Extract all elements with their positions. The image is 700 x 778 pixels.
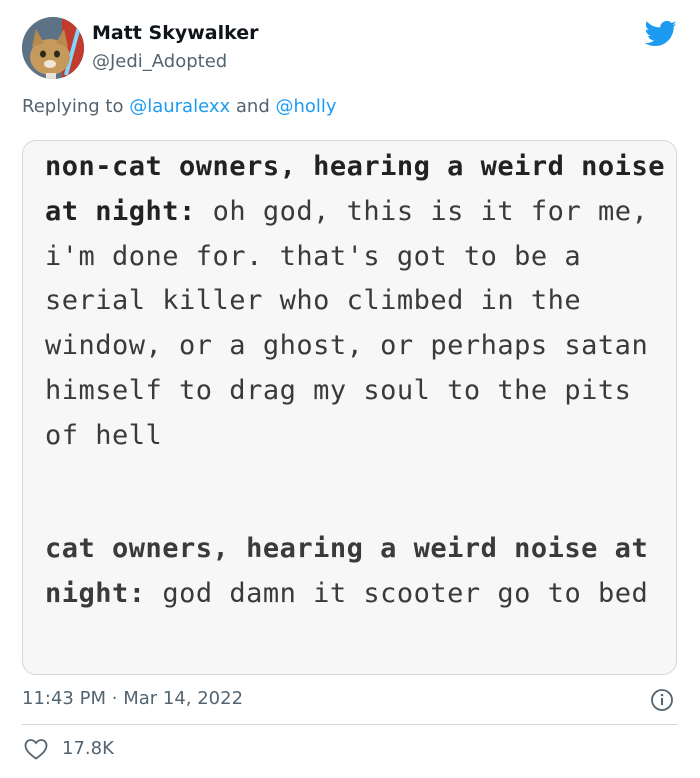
mention-link[interactable]: @lauralexx xyxy=(129,96,230,117)
display-name[interactable]: Matt Skywalker xyxy=(92,22,258,44)
info-icon[interactable] xyxy=(650,688,674,712)
image-text: oh god, this is it for me, i'm done for.… xyxy=(45,195,649,451)
post-date: Mar 14, 2022 xyxy=(123,688,244,709)
cat-avatar-icon xyxy=(22,17,84,79)
heart-icon[interactable] xyxy=(24,738,48,760)
timestamp[interactable]: 11:43 PM · Mar 14, 2022 xyxy=(22,688,243,709)
reply-joiner: and xyxy=(235,96,270,117)
image-paragraph-1: non-cat owners, hearing a weird noise at… xyxy=(45,145,665,459)
post-time: 11:43 PM xyxy=(22,688,106,709)
twitter-bird-icon[interactable] xyxy=(645,20,677,48)
user-handle[interactable]: @Jedi_Adopted xyxy=(92,51,227,72)
divider xyxy=(22,724,678,725)
image-paragraph-2: cat owners, hearing a weird noise at nig… xyxy=(45,527,665,617)
tweet-card: Matt Skywalker @Jedi_Adopted Replying to… xyxy=(0,0,700,778)
time-separator: · xyxy=(111,688,118,709)
post-image[interactable]: non-cat owners, hearing a weird noise at… xyxy=(22,140,677,675)
reply-context: Replying to @lauralexx and @holly xyxy=(22,96,337,117)
reply-prefix: Replying to xyxy=(22,96,124,117)
avatar[interactable] xyxy=(22,17,84,79)
image-text: god damn it scooter go to bed xyxy=(162,577,649,609)
like-count[interactable]: 17.8K xyxy=(62,738,114,759)
mention-link[interactable]: @holly xyxy=(276,96,337,117)
